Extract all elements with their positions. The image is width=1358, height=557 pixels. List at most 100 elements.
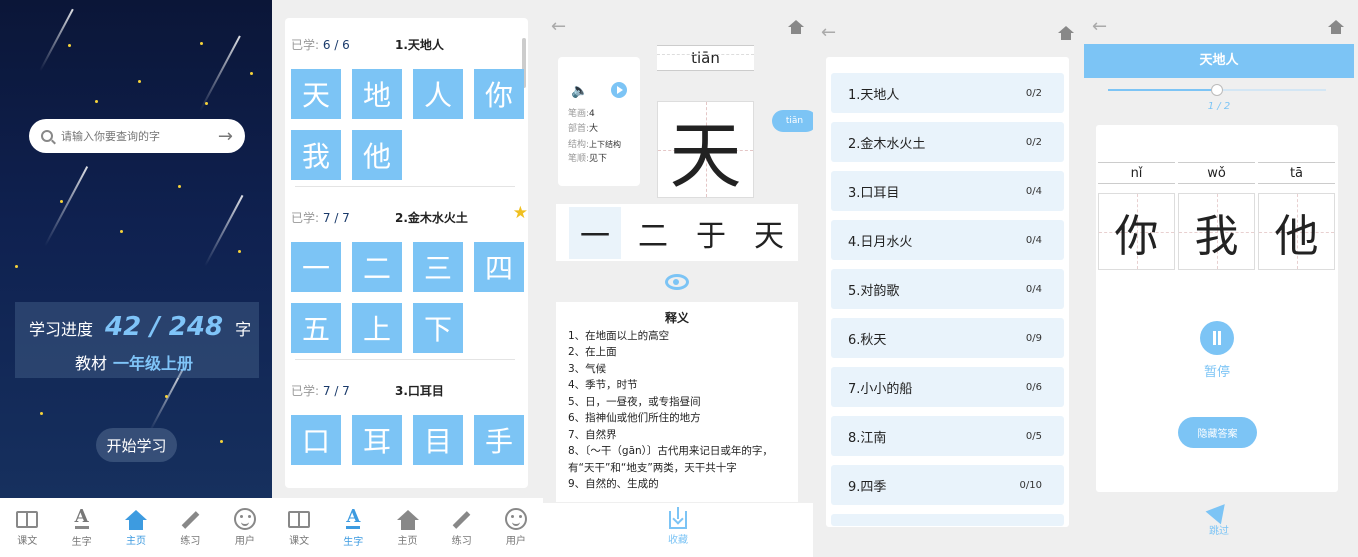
tab-user[interactable]: 用户 bbox=[489, 508, 543, 547]
practice-screen: ← 天地人 1 / 2 nǐ wǒ tā 你 我 他 暂停 隐藏答案 跳过 bbox=[1084, 0, 1358, 557]
char-cell[interactable]: 四 bbox=[474, 242, 524, 292]
character-info-card: 🔈 笔画:4 部首:大 结构:上下结构 笔顺:见下 bbox=[558, 57, 640, 186]
char-cell[interactable]: 他 bbox=[352, 130, 402, 180]
home-icon[interactable] bbox=[1328, 20, 1344, 34]
char-cell[interactable]: 二 bbox=[352, 242, 402, 292]
lesson-section: 已学: 7 / 7 3.口耳目 口 耳 目 手 bbox=[285, 374, 528, 465]
lesson-list-item[interactable]: 4.日月水火 0/4 bbox=[831, 220, 1064, 260]
stroke-step: 一 bbox=[569, 207, 621, 259]
meteor-decoration bbox=[149, 368, 184, 432]
definition-item: 6、指神仙或他们所住的地方 bbox=[568, 412, 701, 424]
lesson-list[interactable]: 1.天地人 0/2 2.金木水火土 0/2 3.口耳目 0/4 4.日月水火 0/4 5… bbox=[826, 57, 1069, 527]
collect-button[interactable]: 收藏 bbox=[543, 503, 813, 557]
char-cell[interactable]: 目 bbox=[413, 415, 463, 465]
tab-practice[interactable]: 练习 bbox=[163, 508, 217, 547]
meteor-decoration bbox=[204, 194, 244, 267]
char-cell[interactable]: 五 bbox=[291, 303, 341, 353]
char-cell[interactable]: 人 bbox=[413, 69, 463, 119]
play-icon[interactable] bbox=[611, 82, 627, 98]
definition-item: 8、〔～干（gān）〕古代用来记日或年的字，有“天干”和“地支”两类，天干共十字 bbox=[568, 445, 773, 474]
lesson-list-item[interactable]: 7.小小的船 0/6 bbox=[831, 367, 1064, 407]
char-cell[interactable]: 手 bbox=[474, 415, 524, 465]
lesson-list-item[interactable]: 9.四季 0/10 bbox=[831, 465, 1064, 505]
tab-label: 课文 bbox=[289, 536, 310, 547]
back-arrow-icon[interactable]: ← bbox=[1092, 16, 1107, 37]
char-cell[interactable]: 下 bbox=[413, 303, 463, 353]
pinyin-pill-button[interactable]: tiān bbox=[772, 110, 813, 132]
bottom-tab-bar: 课文 A 生字 主页 练习 用户 bbox=[272, 498, 543, 557]
pinyin-cell: nǐ bbox=[1098, 162, 1175, 184]
meteor-decoration bbox=[44, 166, 89, 247]
meteor-decoration bbox=[39, 8, 74, 72]
char-cell[interactable]: 上 bbox=[352, 303, 402, 353]
arrow-right-icon[interactable]: → bbox=[218, 126, 233, 147]
lesson-title: 3.口耳目 bbox=[395, 384, 444, 398]
definition-item: 1、在地面以上的高空 bbox=[568, 329, 670, 342]
progress-panel: 学习进度 42 / 248 字 教材 一年级上册 bbox=[15, 302, 259, 378]
start-learning-button[interactable]: 开始学习 bbox=[96, 428, 177, 462]
divider bbox=[295, 186, 515, 187]
home-icon[interactable] bbox=[1058, 26, 1074, 40]
slider-knob[interactable] bbox=[1211, 84, 1223, 96]
back-arrow-icon[interactable]: ← bbox=[821, 22, 836, 43]
tab-lessons[interactable]: 课文 bbox=[0, 508, 54, 547]
tab-characters[interactable]: A 生字 bbox=[54, 505, 108, 548]
home-icon[interactable] bbox=[788, 20, 804, 34]
bottom-tab-bar: 课文 A 生字 主页 练习 用户 bbox=[0, 498, 272, 557]
back-arrow-icon[interactable]: ← bbox=[551, 16, 566, 37]
char-cell[interactable]: 天 bbox=[291, 69, 341, 119]
letter-a-icon: A bbox=[74, 505, 89, 529]
lesson-list-item[interactable]: 5.对韵歌 0/4 bbox=[831, 269, 1064, 309]
search-bar[interactable]: → bbox=[29, 119, 245, 153]
skip-button[interactable]: 跳过 bbox=[1084, 497, 1354, 537]
progress-value: 42 / 248 bbox=[105, 312, 224, 342]
tab-label: 用户 bbox=[234, 536, 255, 547]
tab-label: 练习 bbox=[180, 536, 201, 547]
lesson-list-item[interactable]: 1.天地人 0/2 bbox=[831, 73, 1064, 113]
speaker-icon[interactable]: 🔈 bbox=[571, 83, 588, 99]
tab-lessons[interactable]: 课文 bbox=[272, 508, 326, 547]
tab-characters[interactable]: A 生字 bbox=[326, 507, 380, 548]
book-icon bbox=[16, 511, 39, 528]
char-cell[interactable]: 耳 bbox=[352, 415, 402, 465]
user-face-icon bbox=[504, 508, 527, 530]
lesson-characters-card[interactable]: 已学: 6 / 6 1.天地人 天 地 人 你 我 他 已学: 7 / 7 2.… bbox=[285, 18, 528, 488]
tab-practice[interactable]: 练习 bbox=[435, 508, 489, 547]
lesson-list-screen: ← 1.天地人 0/2 2.金木水火土 0/2 3.口耳目 0/4 4.日月水火 0/4… bbox=[813, 0, 1084, 557]
tab-home[interactable]: 主页 bbox=[380, 508, 434, 547]
tab-user[interactable]: 用户 bbox=[218, 508, 272, 547]
meteor-decoration bbox=[199, 35, 241, 112]
stroke-step: 于 bbox=[685, 207, 737, 259]
hide-answer-button[interactable]: 隐藏答案 bbox=[1178, 417, 1257, 448]
search-input[interactable] bbox=[61, 129, 218, 143]
pause-icon[interactable] bbox=[1200, 321, 1234, 355]
char-cell[interactable]: 一 bbox=[291, 242, 341, 292]
lesson-list-item[interactable]: 2.金木水火土 0/2 bbox=[831, 122, 1064, 162]
char-cell[interactable]: 你 bbox=[474, 69, 524, 119]
practice-progress-slider[interactable] bbox=[1108, 84, 1326, 96]
pause-label[interactable]: 暂停 bbox=[1096, 361, 1338, 380]
char-cell[interactable]: 我 bbox=[291, 130, 341, 180]
char-cell[interactable]: 地 bbox=[352, 69, 402, 119]
character-grid: 天 bbox=[657, 101, 754, 198]
definition-item: 2、在上面 bbox=[568, 346, 617, 358]
collect-label: 收藏 bbox=[668, 535, 688, 546]
tab-label: 生字 bbox=[71, 536, 92, 548]
pinyin-cell: wǒ bbox=[1178, 162, 1255, 184]
lesson-list-item[interactable]: 3.口耳目 0/4 bbox=[831, 171, 1064, 211]
star-icon[interactable]: ★ bbox=[513, 203, 528, 223]
lesson-list-item[interactable]: 6.秋天 0/9 bbox=[831, 318, 1064, 358]
skip-label: 跳过 bbox=[1209, 526, 1229, 537]
eye-icon[interactable] bbox=[665, 274, 689, 290]
page-indicator: 1 / 2 bbox=[1207, 101, 1231, 112]
char-cell[interactable]: 三 bbox=[413, 242, 463, 292]
learned-count: 已学: 6 / 6 bbox=[291, 38, 350, 52]
lesson-list-item[interactable]: 8.江南 0/5 bbox=[831, 416, 1064, 456]
tab-home[interactable]: 主页 bbox=[109, 508, 163, 547]
textbook-value[interactable]: 一年级上册 bbox=[113, 354, 193, 373]
char-cell[interactable]: 口 bbox=[291, 415, 341, 465]
lesson-list-item[interactable] bbox=[831, 514, 1064, 526]
divider bbox=[295, 359, 515, 360]
progress-unit: 字 bbox=[235, 320, 252, 339]
home-screen: → 学习进度 42 / 248 字 教材一年级上册 开始学习 课文 A 生字 主页… bbox=[0, 0, 272, 557]
